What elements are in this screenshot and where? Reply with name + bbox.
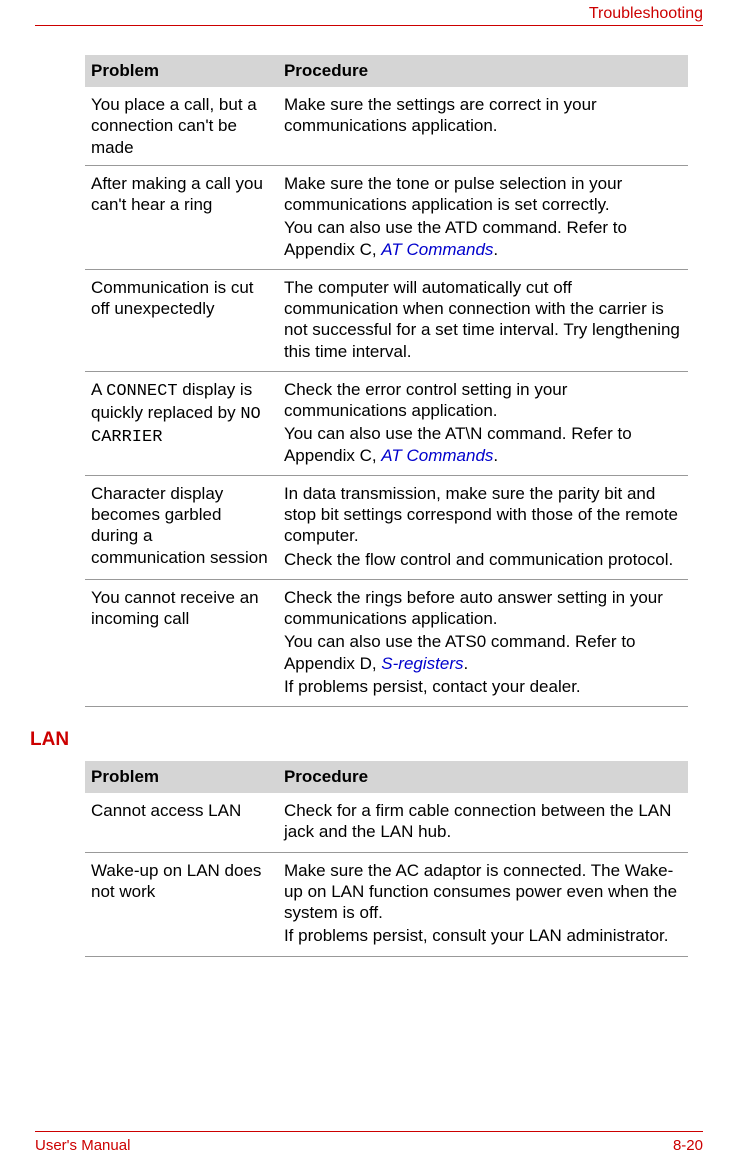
page: Troubleshooting Problem Procedure You pl… [0,0,738,1172]
procedure-text: Check the error control setting in your … [284,379,680,422]
procedure-text: Make sure the tone or pulse selection in… [284,173,680,216]
table-row: A CONNECT display is quickly replaced by… [85,371,688,475]
cell-procedure: Check for a firm cable connection betwee… [278,793,688,852]
cell-procedure: Check the error control setting in your … [278,371,688,475]
procedure-text: Make sure the AC adaptor is connected. T… [284,860,680,924]
col-header-problem: Problem [85,55,278,87]
procedure-text: In data transmission, make sure the pari… [284,483,680,547]
table-row: Communication is cut off unexpectedly Th… [85,269,688,371]
cell-problem: Communication is cut off unexpectedly [85,269,278,371]
content-area: Problem Procedure You place a call, but … [85,55,688,957]
procedure-text: Check the flow control and communication… [284,549,680,570]
running-header: Troubleshooting [589,5,703,23]
text: . [493,446,498,465]
footer-rule [35,1131,703,1132]
cell-problem: You place a call, but a connection can't… [85,87,278,165]
link-at-commands[interactable]: AT Commands [381,240,493,259]
procedure-text: You can also use the ATD command. Refer … [284,217,680,260]
troubleshooting-table-modem: Problem Procedure You place a call, but … [85,55,688,707]
text: . [493,240,498,259]
text: A [91,380,106,399]
cell-procedure: Make sure the tone or pulse selection in… [278,165,688,269]
cell-procedure: The computer will automatically cut off … [278,269,688,371]
cell-procedure: Make sure the AC adaptor is connected. T… [278,852,688,956]
header-rule [35,25,703,26]
cell-problem: Wake-up on LAN does not work [85,852,278,956]
cell-procedure: Make sure the settings are correct in yo… [278,87,688,165]
procedure-text: You can also use the AT\N command. Refer… [284,423,680,466]
table-row: After making a call you can't hear a rin… [85,165,688,269]
procedure-text: If problems persist, consult your LAN ad… [284,925,680,946]
table-row: You place a call, but a connection can't… [85,87,688,165]
cell-problem: You cannot receive an incoming call [85,579,278,706]
procedure-text: If problems persist, contact your dealer… [284,676,680,697]
troubleshooting-table-lan: Problem Procedure Cannot access LAN Chec… [85,761,688,957]
table-row: You cannot receive an incoming call Chec… [85,579,688,706]
procedure-text: Check the rings before auto answer setti… [284,587,680,630]
cell-problem: Character display becomes garbled during… [85,475,278,579]
procedure-text: Check for a firm cable connection betwee… [284,800,680,843]
table-row: Wake-up on LAN does not work Make sure t… [85,852,688,956]
link-at-commands[interactable]: AT Commands [381,446,493,465]
cell-problem: A CONNECT display is quickly replaced by… [85,371,278,475]
section-heading-lan: LAN [30,729,688,751]
procedure-text: You can also use the ATS0 command. Refer… [284,631,680,674]
footer-manual-title: User's Manual [35,1137,130,1154]
cell-problem: After making a call you can't hear a rin… [85,165,278,269]
cell-procedure: Check the rings before auto answer setti… [278,579,688,706]
col-header-procedure: Procedure [278,761,688,793]
procedure-text: Make sure the settings are correct in yo… [284,94,680,137]
link-s-registers[interactable]: S-registers [381,654,463,673]
code-connect: CONNECT [106,382,177,401]
col-header-problem: Problem [85,761,278,793]
col-header-procedure: Procedure [278,55,688,87]
table-row: Cannot access LAN Check for a firm cable… [85,793,688,852]
text: . [463,654,468,673]
cell-problem: Cannot access LAN [85,793,278,852]
cell-procedure: In data transmission, make sure the pari… [278,475,688,579]
table-row: Character display becomes garbled during… [85,475,688,579]
footer-page-number: 8-20 [673,1137,703,1154]
procedure-text: The computer will automatically cut off … [284,277,680,362]
